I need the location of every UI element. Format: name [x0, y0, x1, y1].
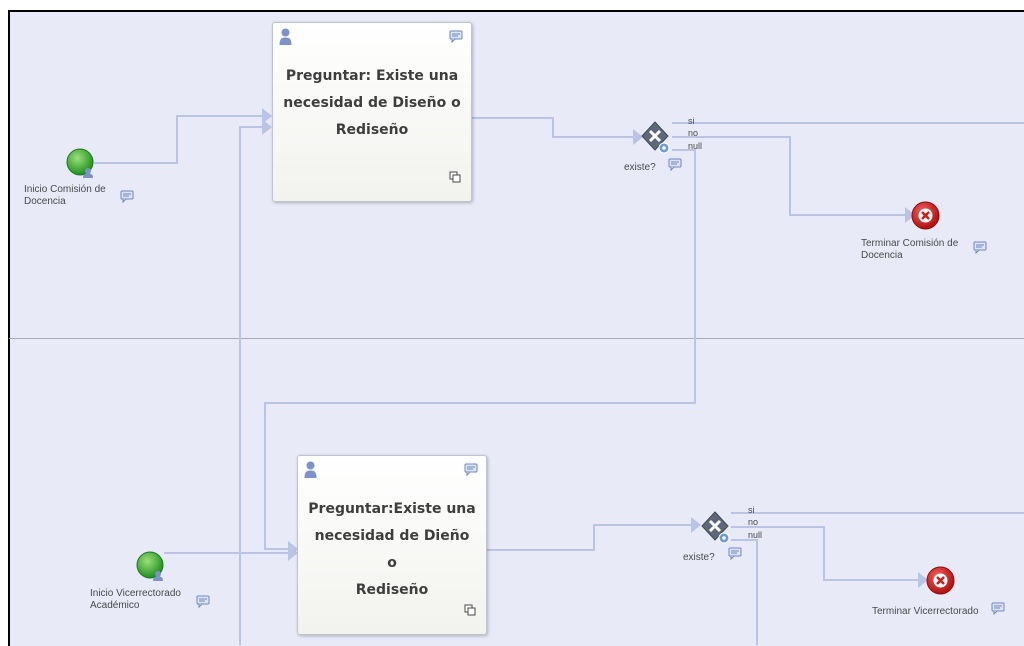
terminate-end-event-icon[interactable]: [911, 201, 940, 230]
exclusive-gateway-icon[interactable]: [700, 510, 734, 546]
comment-icon[interactable]: [668, 158, 682, 172]
flow-label-null: null: [748, 530, 763, 540]
task-label: Preguntar:Existe una necesidad de Dieño …: [308, 496, 476, 604]
label-line: Académico: [90, 600, 140, 611]
gateway-label: existe?: [683, 552, 715, 563]
label-line: Inicio Vicerrectorado: [90, 588, 181, 599]
arrowhead: [262, 119, 272, 135]
terminate-end-event-icon[interactable]: [926, 566, 955, 595]
comment-icon[interactable]: [449, 30, 463, 44]
flow-task2-gateway2[interactable]: [486, 524, 691, 551]
process-canvas: Preguntar: Existe una necesidad de Diseñ…: [0, 0, 1024, 646]
label-line: Terminar Comisión de: [861, 238, 959, 249]
exclusive-gateway-icon[interactable]: [640, 120, 674, 156]
comment-icon[interactable]: [728, 547, 742, 561]
sequence-flows: [94, 108, 1024, 645]
label-line: Inicio Comisión de: [24, 184, 106, 195]
subprocess-icon[interactable]: [449, 171, 461, 183]
task-label-line: Rediseño: [355, 582, 429, 598]
comment-icon[interactable]: [973, 241, 987, 255]
label-line: Docencia: [24, 196, 66, 207]
subprocess-icon[interactable]: [464, 604, 476, 616]
start-event-label: Inicio Comisión de Docencia: [24, 184, 106, 208]
flow-no-end1[interactable]: [672, 136, 905, 216]
flow-label-no: no: [688, 128, 699, 138]
task-label-line: Preguntar:Existe una: [308, 501, 476, 517]
task-label-line: Rediseño: [335, 122, 409, 138]
task-label-line: Preguntar: Existe una: [285, 68, 459, 84]
flow-label-no: no: [748, 517, 759, 527]
start-event-label: Inicio Vicerrectorado Académico: [90, 588, 181, 612]
flow-label-null: null: [688, 141, 703, 151]
start-event-icon[interactable]: [66, 147, 96, 179]
flow-from-bottom-to-task1[interactable]: [239, 126, 262, 645]
comment-icon[interactable]: [991, 602, 1005, 616]
gateway-label: existe?: [624, 162, 656, 173]
start-event-icon[interactable]: [136, 550, 166, 582]
flow-label-si: si: [748, 505, 755, 515]
task-preguntar-comision[interactable]: Preguntar: Existe una necesidad de Diseñ…: [272, 22, 472, 202]
task-label-line: necesidad de Dieño o: [314, 528, 470, 571]
user-task-icon: [279, 28, 292, 45]
label-line: Terminar Vicerrectorado: [872, 606, 979, 617]
flow-start1-task1[interactable]: [94, 115, 262, 164]
flow-label-si: si: [688, 116, 695, 126]
flow-task1-gateway1[interactable]: [472, 117, 633, 138]
comment-icon[interactable]: [464, 463, 478, 477]
task-preguntar-vicerrectorado[interactable]: Preguntar:Existe una necesidad de Dieño …: [297, 455, 487, 635]
comment-icon[interactable]: [120, 190, 134, 204]
end-event-label: Terminar Vicerrectorado: [872, 606, 979, 618]
end-event-label: Terminar Comisión de Docencia: [861, 238, 958, 262]
label-line: Docencia: [861, 250, 903, 261]
comment-icon[interactable]: [196, 595, 210, 609]
task-label: Preguntar: Existe una necesidad de Diseñ…: [283, 63, 461, 144]
user-task-icon: [304, 461, 317, 478]
task-label-line: necesidad de Diseño o: [283, 95, 461, 111]
